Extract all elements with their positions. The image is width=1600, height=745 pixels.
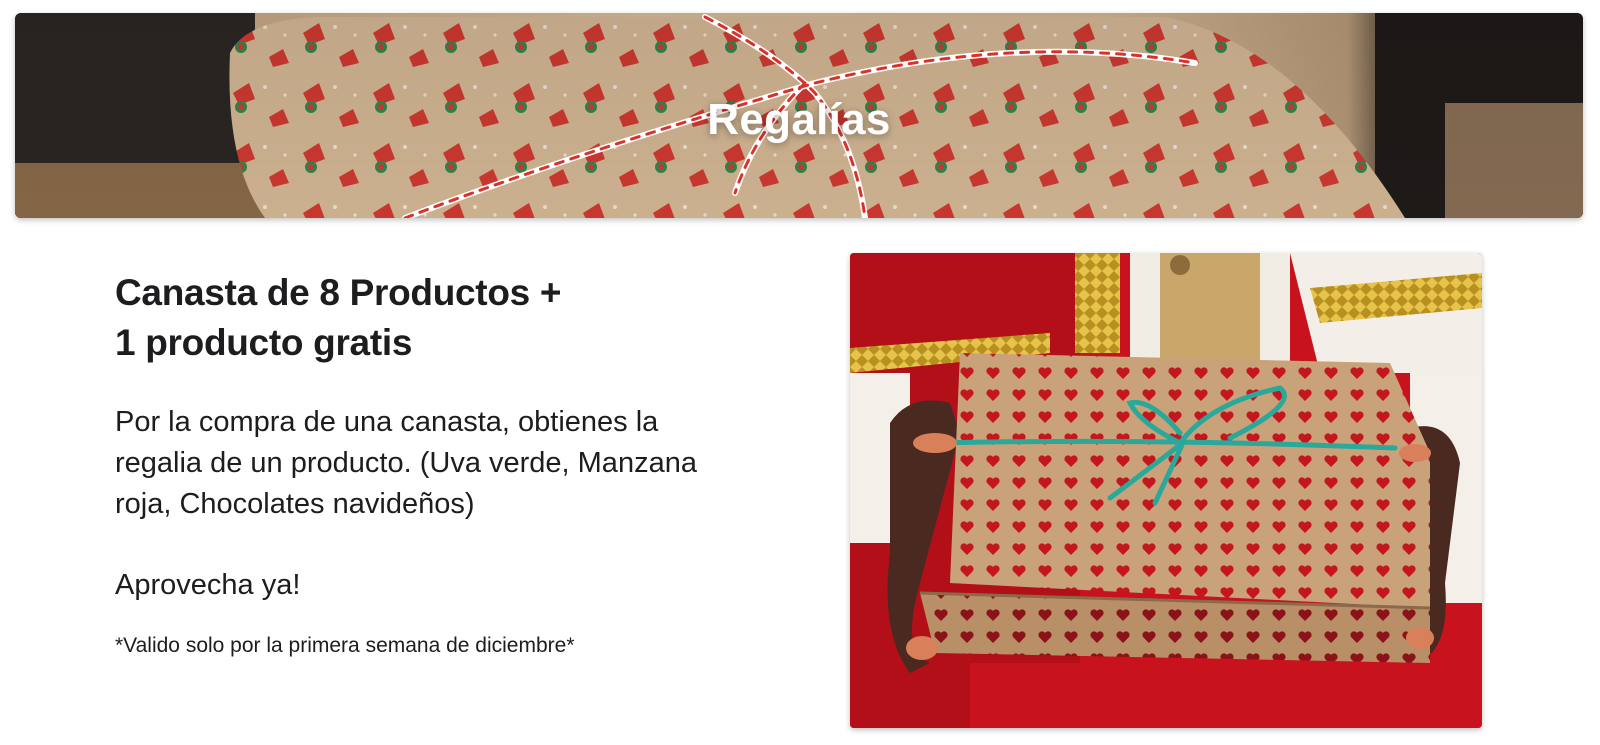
- hero-title: Regalías: [707, 95, 891, 144]
- offer-note: *Valido solo por la primera semana de di…: [115, 634, 575, 657]
- gift-box-hearts-held-by-hands-image: [850, 253, 1482, 728]
- offer-title: Canasta de 8 Productos + 1 producto grat…: [115, 268, 735, 368]
- product-photo: [850, 253, 1482, 728]
- offer-description: Por la compra de una canasta, obtienes l…: [115, 406, 697, 520]
- hero-banner: Regalías: [15, 13, 1583, 218]
- offer-title-line2: 1 producto gratis: [115, 322, 413, 363]
- offer-section: Canasta de 8 Productos + 1 producto grat…: [115, 268, 735, 660]
- offer-title-line1: Canasta de 8 Productos +: [115, 272, 562, 313]
- offer-cta: Aprovecha ya!: [115, 569, 301, 601]
